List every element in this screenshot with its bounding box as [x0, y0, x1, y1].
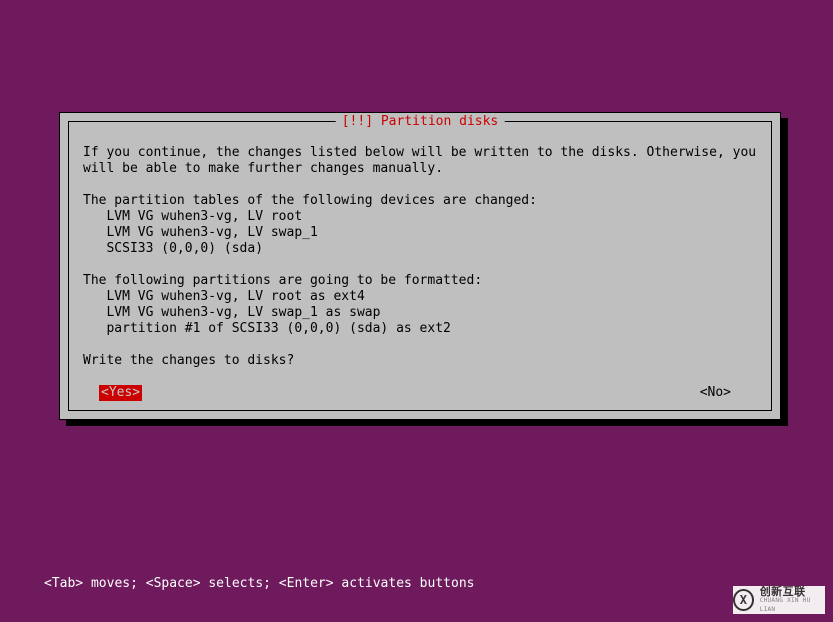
dialog-title: [!!] Partition disks	[336, 114, 505, 130]
watermark-logo: X 创新互联 CHUANG XIN HU LIAN	[733, 586, 825, 614]
watermark-line1: 创新互联	[760, 587, 825, 596]
no-button[interactable]: <No>	[700, 385, 731, 401]
watermark-mark-icon: X	[733, 589, 754, 611]
dialog-actions: <Yes> <No>	[83, 385, 757, 401]
keyboard-hint: <Tab> moves; <Space> selects; <Enter> ac…	[44, 576, 474, 592]
dialog-frame: [!!] Partition disks If you continue, th…	[68, 121, 772, 411]
partition-dialog: [!!] Partition disks If you continue, th…	[59, 112, 781, 420]
yes-button[interactable]: <Yes>	[99, 385, 142, 401]
watermark-text: 创新互联 CHUANG XIN HU LIAN	[760, 587, 825, 614]
watermark-line2: CHUANG XIN HU LIAN	[760, 596, 825, 614]
dialog-body: If you continue, the changes listed belo…	[83, 145, 757, 369]
